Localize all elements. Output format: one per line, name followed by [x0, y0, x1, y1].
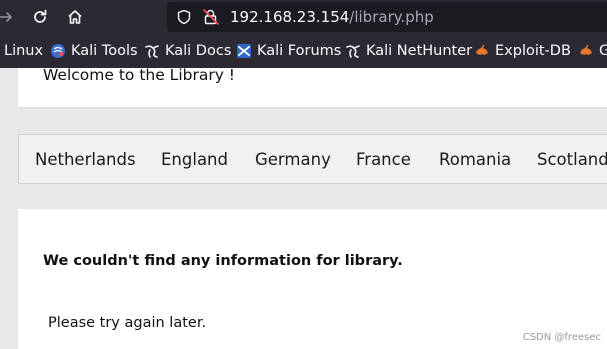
reload-button[interactable]: [28, 5, 52, 29]
error-message: Please try again later.: [48, 315, 207, 331]
watermark: CSDN @freesec: [522, 332, 601, 343]
kali-dragon-icon: [345, 43, 361, 59]
country-nav: Netherlands England Germany France Roman…: [18, 134, 607, 184]
nav-item-england[interactable]: England: [161, 135, 228, 183]
url-host: 192.168.23.154: [230, 8, 350, 26]
kali-dragon-icon: [144, 43, 160, 59]
error-title: We couldn't find any information for lib…: [43, 253, 403, 269]
result-card: We couldn't find any information for lib…: [18, 209, 607, 349]
url-path: /library.php: [349, 8, 434, 26]
bookmark-label: Kali Tools: [71, 43, 138, 59]
bookmark-kali-tools[interactable]: Kali Tools: [50, 34, 138, 68]
reload-icon: [34, 9, 47, 23]
bookmark-exploit-db[interactable]: Exploit-DB: [474, 34, 571, 68]
bookmark-label: Kali Forums: [257, 43, 342, 59]
nav-item-romania[interactable]: Romania: [439, 135, 511, 183]
nav-item-france[interactable]: France: [356, 135, 411, 183]
bookmark-label: Kali NetHunter: [366, 43, 473, 59]
bookmark-kali-nethunter[interactable]: Kali NetHunter: [345, 34, 472, 68]
exploit-db-icon: [578, 43, 594, 59]
bookmark-label: G: [599, 43, 607, 59]
home-button[interactable]: [63, 5, 87, 29]
insecure-lock-icon[interactable]: [202, 8, 220, 26]
nav-item-germany[interactable]: Germany: [255, 135, 331, 183]
bookmark-label: Exploit-DB: [495, 43, 571, 59]
bookmarks-bar: Linux Kali Tools Kali Docs Kali Forums K…: [0, 34, 607, 68]
nav-item-netherlands[interactable]: Netherlands: [35, 135, 136, 183]
arrow-right-icon: [0, 12, 12, 22]
bookmark-g[interactable]: G: [578, 34, 607, 68]
bookmark-label: Kali Docs: [165, 43, 232, 59]
bookmark-linux[interactable]: Linux: [4, 34, 43, 68]
browser-toolbar: 192.168.23.154/library.php: [0, 0, 607, 34]
home-icon: [68, 10, 82, 24]
bookmark-kali-forums[interactable]: Kali Forums: [236, 34, 341, 68]
bookmark-kali-docs[interactable]: Kali Docs: [144, 34, 231, 68]
url-text[interactable]: 192.168.23.154/library.php: [230, 9, 434, 26]
nav-item-scotland[interactable]: Scotland: [537, 135, 607, 183]
forward-button[interactable]: [0, 5, 18, 29]
bookmark-label: Linux: [4, 43, 44, 59]
kali-forums-icon: [236, 43, 252, 59]
page-content: Welcome to the Library ! Netherlands Eng…: [0, 68, 607, 349]
shield-icon[interactable]: [175, 8, 193, 26]
url-bar[interactable]: 192.168.23.154/library.php: [167, 2, 607, 32]
welcome-card: Welcome to the Library !: [18, 68, 607, 107]
kali-tools-icon: [50, 43, 66, 59]
exploit-db-icon: [474, 43, 490, 59]
welcome-heading: Welcome to the Library !: [43, 68, 236, 84]
